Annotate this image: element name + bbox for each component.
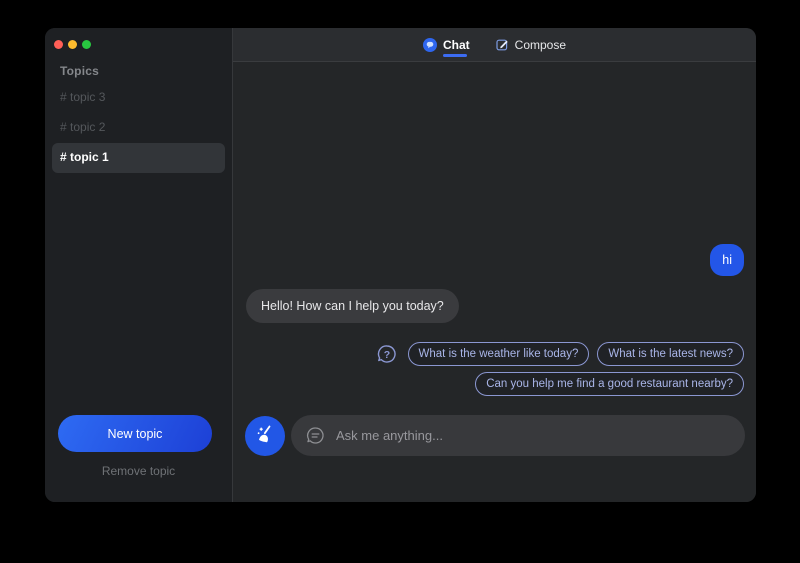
active-tab-indicator [443, 54, 467, 57]
tab-bar: Chat Compose [233, 28, 756, 62]
window-controls [45, 28, 232, 49]
tab-chat-label: Chat [443, 38, 470, 52]
message-bubble-icon [305, 425, 326, 446]
message-input-container[interactable] [291, 415, 745, 456]
remove-topic-button[interactable]: Remove topic [45, 464, 232, 478]
clear-chat-button[interactable] [245, 416, 285, 456]
user-message-bubble: hi [710, 244, 744, 276]
tab-compose[interactable]: Compose [496, 28, 566, 61]
sidebar-spacer [45, 173, 232, 415]
compose-icon [496, 38, 509, 51]
sidebar: Topics # topic 3 # topic 2 # topic 1 New… [45, 28, 233, 502]
suggestion-row: Can you help me find a good restaurant n… [475, 372, 744, 396]
broom-icon [254, 423, 276, 448]
zoom-button[interactable] [82, 40, 91, 49]
tab-compose-label: Compose [515, 38, 566, 52]
sidebar-item-topic-3[interactable]: # topic 3 [52, 83, 225, 113]
close-button[interactable] [54, 40, 63, 49]
chat-area: hi Hello! How can I help you today? ? Wh… [233, 62, 756, 502]
question-bubble-icon: ? [376, 343, 398, 365]
main-panel: Chat Compose hi Hello! How can I help yo… [233, 28, 756, 502]
chat-input-row [245, 415, 745, 456]
suggestion-chip[interactable]: What is the weather like today? [408, 342, 590, 366]
tab-chat[interactable]: Chat [423, 28, 470, 61]
suggestion-row: ? What is the weather like today? What i… [376, 342, 744, 366]
sidebar-item-topic-1[interactable]: # topic 1 [52, 143, 225, 173]
message-input[interactable] [336, 428, 731, 443]
topics-heading: Topics [60, 64, 232, 78]
assistant-message-bubble: Hello! How can I help you today? [246, 289, 459, 323]
new-topic-button[interactable]: New topic [58, 415, 212, 452]
topic-list: # topic 3 # topic 2 # topic 1 [45, 83, 232, 173]
minimize-button[interactable] [68, 40, 77, 49]
suggestion-chip[interactable]: Can you help me find a good restaurant n… [475, 372, 744, 396]
chat-bubble-icon [423, 38, 437, 52]
sidebar-item-topic-2[interactable]: # topic 2 [52, 113, 225, 143]
suggestion-chip[interactable]: What is the latest news? [597, 342, 744, 366]
svg-text:?: ? [383, 349, 389, 361]
app-window: Topics # topic 3 # topic 2 # topic 1 New… [45, 28, 756, 502]
